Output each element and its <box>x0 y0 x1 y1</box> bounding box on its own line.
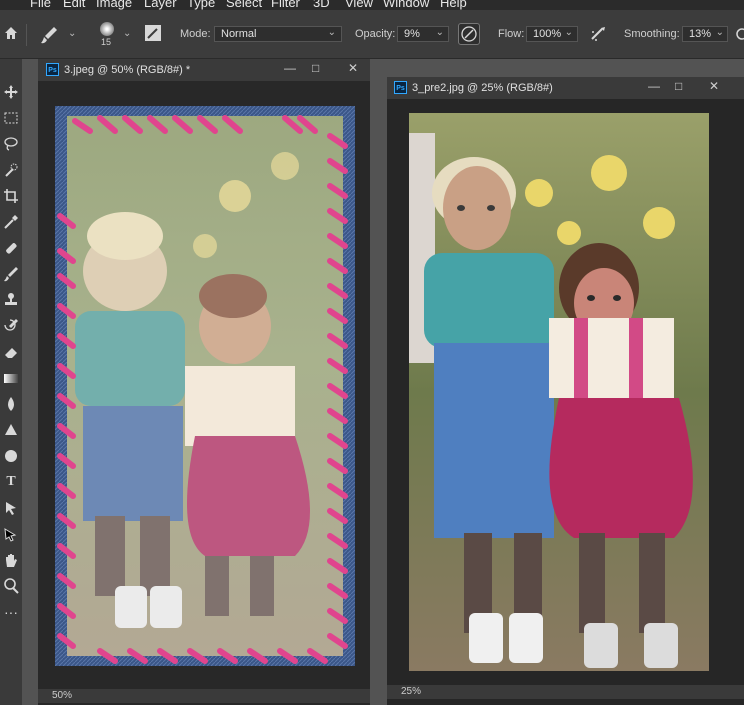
opacity-chevron-icon: ⌄ <box>435 27 444 38</box>
minimize-button[interactable]: — <box>648 79 660 93</box>
more-tools-icon[interactable]: ··· <box>2 603 20 621</box>
flow-input[interactable]: 100% ⌄ <box>526 26 578 42</box>
maximize-button[interactable]: □ <box>312 61 319 75</box>
path-select-icon[interactable] <box>2 499 20 517</box>
brush-size: 15 <box>101 37 112 47</box>
options-bar: ⌄ 15 ⌄ Mode: Normal ⌄ Opacity: 9% ⌄ Flow… <box>0 10 744 59</box>
menu-bar: File Edit Image Layer Type Select Filter… <box>0 0 744 10</box>
marquee-icon[interactable] <box>2 109 20 127</box>
lasso-icon[interactable] <box>2 135 20 153</box>
ps-file-icon: Ps <box>46 63 59 76</box>
brush-tip-icon[interactable] <box>100 22 114 36</box>
home-icon[interactable] <box>3 25 19 41</box>
history-brush-icon[interactable] <box>2 317 20 335</box>
flow-value: 100% <box>533 28 562 40</box>
shape-icon[interactable] <box>2 525 20 543</box>
smoothing-value: 13% <box>689 28 712 40</box>
zoom-icon[interactable] <box>2 577 20 595</box>
document-tab-2[interactable]: Ps 3_pre2.jpg @ 25% (RGB/8#) — □ ✕ <box>387 77 744 99</box>
dodge-icon[interactable] <box>2 421 20 439</box>
close-button[interactable]: ✕ <box>348 61 358 75</box>
quick-select-icon[interactable] <box>2 161 20 179</box>
gradient-icon[interactable] <box>2 369 20 387</box>
document-title-1: 3.jpeg @ 50% (RGB/8#) * <box>64 64 191 76</box>
tools-panel: T ··· <box>0 59 22 705</box>
healing-brush-icon[interactable] <box>2 239 20 257</box>
menu-window[interactable]: Window <box>383 0 429 10</box>
brush-preset-chevron-icon[interactable]: ⌄ <box>68 28 76 39</box>
pen-icon[interactable] <box>2 447 20 465</box>
brush-tool-icon[interactable] <box>38 24 60 46</box>
zoom-status-2[interactable]: 25% <box>387 685 744 699</box>
menu-type[interactable]: Type <box>187 0 215 10</box>
menu-image[interactable]: Image <box>96 0 132 10</box>
clone-stamp-icon[interactable] <box>2 291 20 309</box>
photo-canvas-2[interactable] <box>409 113 709 671</box>
menu-layer[interactable]: Layer <box>144 0 177 10</box>
blur-icon[interactable] <box>2 395 20 413</box>
document-title-2: 3_pre2.jpg @ 25% (RGB/8#) <box>412 82 553 94</box>
menu-select[interactable]: Select <box>226 0 262 10</box>
eraser-icon[interactable] <box>2 343 20 361</box>
airbrush-icon[interactable] <box>588 24 608 44</box>
eyedropper-icon[interactable] <box>2 213 20 231</box>
mode-chevron-icon: ⌄ <box>327 27 336 38</box>
opacity-label: Opacity: <box>355 28 396 40</box>
menu-help[interactable]: Help <box>440 0 467 10</box>
close-button[interactable]: ✕ <box>709 79 719 93</box>
document-window-1: Ps 3.jpeg @ 50% (RGB/8#) * — □ ✕ 50% <box>38 59 370 705</box>
pressure-opacity-icon[interactable] <box>458 23 480 45</box>
menu-view[interactable]: View <box>345 0 373 10</box>
mode-select[interactable]: Normal ⌄ <box>214 26 342 42</box>
smoothing-input[interactable]: 13% ⌄ <box>682 26 728 42</box>
zoom-status-1[interactable]: 50% <box>38 689 370 703</box>
flow-label: Flow: <box>498 28 525 40</box>
move-icon[interactable] <box>2 83 20 101</box>
opacity-input[interactable]: 9% ⌄ <box>397 26 449 42</box>
flow-chevron-icon: ⌄ <box>564 27 573 38</box>
document-window-2: Ps 3_pre2.jpg @ 25% (RGB/8#) — □ ✕ 25% <box>387 77 744 705</box>
minimize-button[interactable]: — <box>284 61 296 75</box>
opacity-value: 9% <box>404 28 420 40</box>
menu-file[interactable]: File <box>30 0 51 10</box>
smoothing-settings-icon[interactable] <box>734 27 744 41</box>
ps-file-icon: Ps <box>394 81 407 94</box>
maximize-button[interactable]: □ <box>675 79 682 93</box>
brush-settings-icon[interactable] <box>145 25 161 41</box>
type-icon[interactable]: T <box>2 473 20 491</box>
brush-icon[interactable] <box>2 265 20 283</box>
photo-canvas-1[interactable] <box>55 106 355 666</box>
brush-size-chevron-icon[interactable]: ⌄ <box>123 28 131 39</box>
hand-icon[interactable] <box>2 551 20 569</box>
mode-value: Normal <box>221 28 257 40</box>
crop-icon[interactable] <box>2 187 20 205</box>
smoothing-label: Smoothing: <box>624 28 680 40</box>
menu-3d[interactable]: 3D <box>313 0 330 10</box>
document-tab-1[interactable]: Ps 3.jpeg @ 50% (RGB/8#) * — □ ✕ <box>38 59 370 81</box>
menu-edit[interactable]: Edit <box>63 0 85 10</box>
smoothing-chevron-icon: ⌄ <box>715 27 724 38</box>
menu-filter[interactable]: Filter <box>271 0 300 10</box>
mode-label: Mode: <box>180 28 211 40</box>
